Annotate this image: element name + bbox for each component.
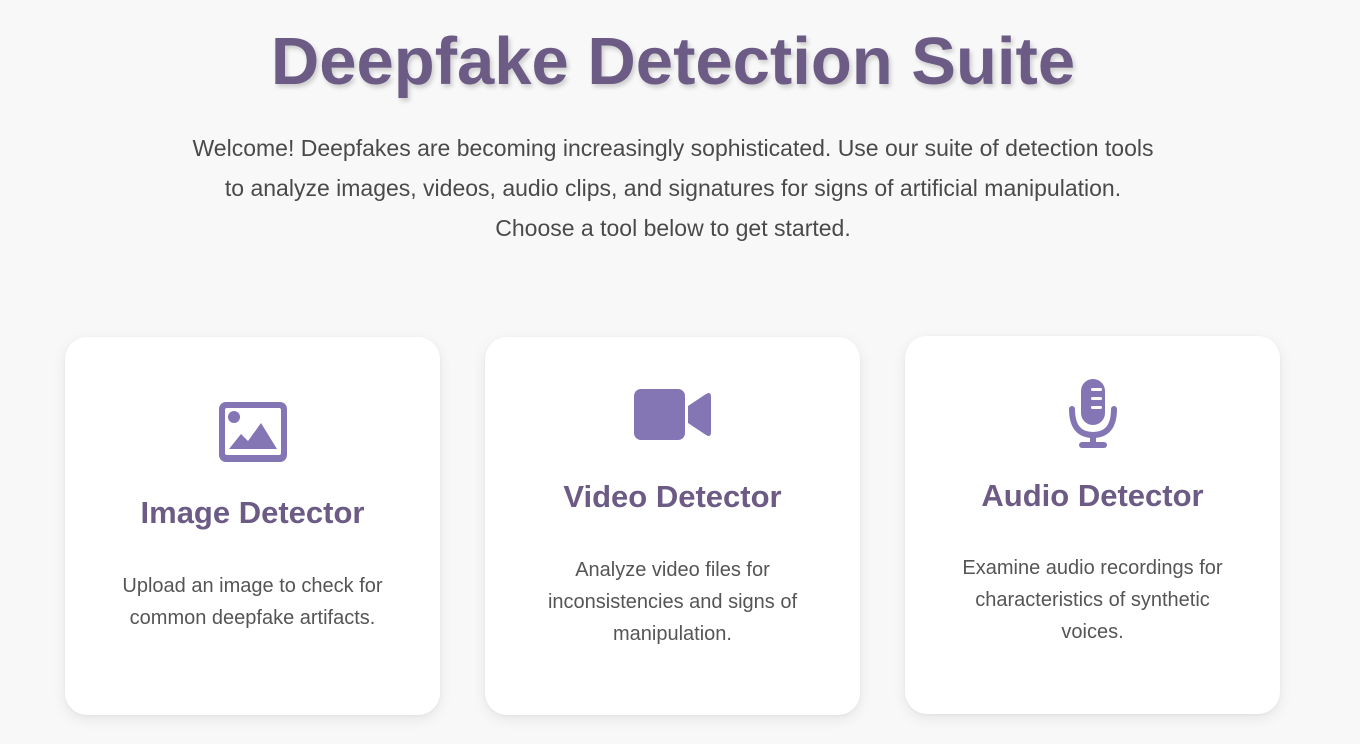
intro-line-3: Choose a tool below to get started.: [495, 215, 851, 241]
audio-detector-title: Audio Detector: [981, 478, 1204, 513]
microphone-icon: [905, 379, 1280, 449]
audio-detector-card[interactable]: Audio Detector Examine audio recordings …: [905, 336, 1280, 714]
page-title: Deepfake Detection Suite: [270, 24, 1076, 99]
image-detector-description: Upload an image to check for common deep…: [122, 575, 383, 629]
image-detector-card[interactable]: Image Detector Upload an image to check …: [65, 337, 440, 715]
audio-detector-description: Examine audio recordings for characteris…: [962, 557, 1223, 643]
intro-line-1: Welcome! Deepfakes are becoming increasi…: [192, 135, 1154, 161]
intro-line-2: to analyze images, videos, audio clips, …: [224, 175, 1122, 201]
video-detector-description: Analyze video files for inconsistencies …: [547, 559, 798, 645]
video-detector-title: Video Detector: [563, 479, 782, 514]
image-detector-title: Image Detector: [140, 495, 365, 530]
video-camera-icon: [485, 389, 860, 440]
intro-text: Welcome! Deepfakes are becoming increasi…: [150, 128, 1196, 248]
page: Deepfake Detection Suite Welcome! Deepfa…: [0, 0, 1360, 744]
video-detector-card[interactable]: Video Detector Analyze video files for i…: [485, 337, 860, 715]
image-icon: [65, 402, 440, 462]
